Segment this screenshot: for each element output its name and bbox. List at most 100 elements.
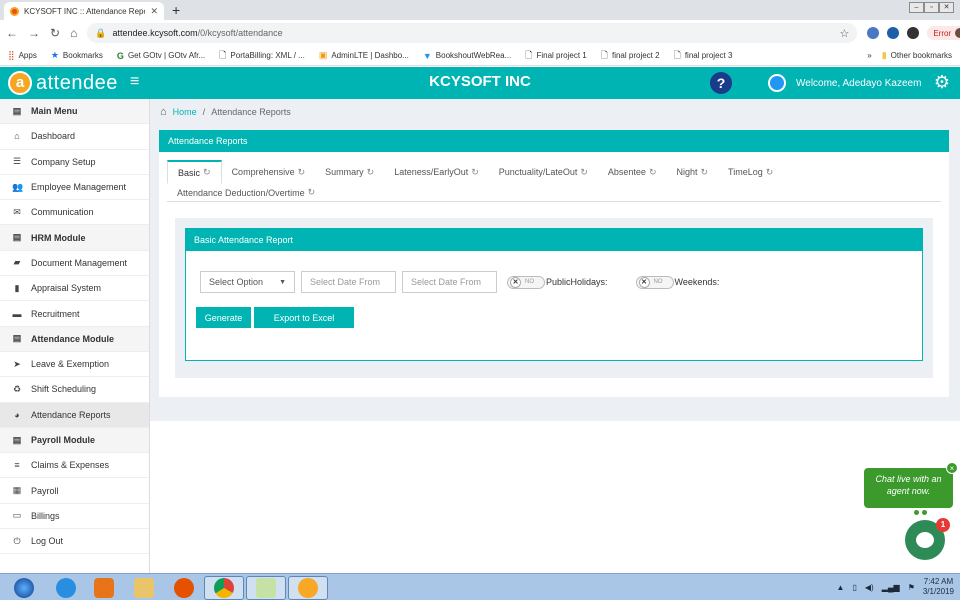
minimize-button[interactable]: – bbox=[909, 2, 924, 13]
sidebar-item-label: Billings bbox=[31, 510, 60, 521]
date-to-input[interactable]: Select Date From bbox=[402, 271, 497, 293]
sidebar-item-appraisal-system[interactable]: ▮ Appraisal System bbox=[0, 276, 149, 302]
gear-icon[interactable]: ⚙ bbox=[934, 72, 950, 93]
bookmark-bookmarks[interactable]: ★ Bookmarks bbox=[51, 50, 103, 61]
bookmark-portabilling[interactable]: 🗋 PortaBilling: XML / ... bbox=[219, 48, 305, 64]
close-window-button[interactable]: ✕ bbox=[939, 2, 954, 13]
sidebar-item-recruitment[interactable]: ▬ Recruitment bbox=[0, 301, 149, 327]
bookmark-final-project-3[interactable]: 🗋 final project 3 bbox=[674, 48, 733, 64]
sidebar-item-attendance-module[interactable]: ▤ Attendance Module bbox=[0, 326, 149, 352]
tab-summary[interactable]: Summary ↻ bbox=[315, 160, 384, 184]
extension-icon[interactable] bbox=[867, 27, 880, 39]
public-holidays-label: PublicHolidays: bbox=[546, 277, 608, 287]
sidebar-item-billings[interactable]: ▭ Billings bbox=[0, 504, 149, 530]
sidebar-item-attendance-reports[interactable]: ◕ Attendance Reports bbox=[0, 402, 149, 428]
bookmark-final-project-1[interactable]: 🗋 Final project 1 bbox=[525, 48, 587, 64]
sidebar-item-main-menu[interactable]: ▤ Main Menu bbox=[0, 99, 149, 125]
bookmark-gotv[interactable]: G Get GOtv | GOtv Afr... bbox=[117, 51, 205, 61]
breadcrumb-home[interactable]: Home bbox=[173, 107, 197, 117]
sidebar-item-claims-expenses[interactable]: ≡ Claims & Expenses bbox=[0, 453, 149, 479]
taskbar-chrome[interactable] bbox=[204, 576, 244, 600]
battery-icon[interactable]: ▯ bbox=[852, 583, 856, 592]
taskbar-explorer[interactable] bbox=[124, 576, 164, 600]
sidebar-item-payroll-module[interactable]: ▤ Payroll Module bbox=[0, 427, 149, 454]
flag-icon[interactable]: ⚑ bbox=[908, 583, 915, 592]
book-icon: ▰ bbox=[13, 257, 21, 268]
profile-error-button[interactable]: Error bbox=[927, 26, 960, 40]
export-excel-button[interactable]: Export to Excel bbox=[254, 307, 354, 328]
url-input[interactable]: 🔒 attendee.kcysoft.com/0/kcysoft/attenda… bbox=[87, 23, 858, 43]
bookmarks-bar: ⣿ Apps ★ Bookmarks G Get GOtv | GOtv Afr...… bbox=[0, 46, 960, 66]
taskbar-sticky[interactable] bbox=[246, 576, 286, 600]
extension-icon[interactable] bbox=[907, 27, 920, 39]
tab-lateness-earlyout[interactable]: Lateness/EarlyOut ↻ bbox=[384, 160, 489, 184]
bookmark-adminlte[interactable]: ▣ AdminLTE | Dashbo... bbox=[319, 50, 409, 61]
generate-button[interactable]: Generate bbox=[196, 307, 251, 328]
clock[interactable]: 7:42 AM 3/1/2019 bbox=[923, 577, 954, 597]
home-button[interactable]: ⌂ bbox=[70, 26, 77, 40]
close-tab-icon[interactable]: ✕ bbox=[150, 6, 158, 17]
new-tab-button[interactable]: + bbox=[172, 2, 180, 18]
tab-punctuality-lateout[interactable]: Punctuality/LateOut ↻ bbox=[489, 160, 598, 184]
sidebar-item-label: Claims & Expenses bbox=[31, 460, 110, 471]
tab-comprehensive[interactable]: Comprehensive ↻ bbox=[222, 160, 316, 184]
sidebar-item-company-setup[interactable]: ☰ Company Setup bbox=[0, 150, 149, 175]
tab-night[interactable]: Night ↻ bbox=[666, 160, 718, 184]
volume-icon[interactable]: ◀) bbox=[865, 583, 874, 592]
extension-icon[interactable] bbox=[887, 27, 900, 39]
chat-close-icon[interactable]: × bbox=[946, 462, 958, 474]
reload-button[interactable]: ↻ bbox=[50, 26, 60, 40]
tray-expand-icon[interactable]: ▲ bbox=[837, 583, 845, 592]
sidebar-item-employee-management[interactable]: 👥 Employee Management bbox=[0, 175, 149, 201]
clock-date: 3/1/2019 bbox=[922, 587, 954, 596]
maximize-button[interactable]: ▫ bbox=[924, 2, 939, 13]
back-button[interactable]: ← bbox=[6, 26, 18, 40]
bookmark-bookshout[interactable]: ▼ BookshoutWebRea... bbox=[423, 51, 511, 61]
taskbar-xampp[interactable] bbox=[288, 576, 328, 600]
list-icon: ▤ bbox=[12, 333, 22, 344]
sidebar-item-hrm-module[interactable]: ▤ HRM Module bbox=[0, 225, 149, 251]
start-button[interactable] bbox=[4, 576, 44, 600]
refresh-icon: ↻ bbox=[471, 166, 479, 177]
sidebar-item-dashboard[interactable]: ⌂ Dashboard bbox=[0, 124, 149, 150]
bookmark-final-project-2[interactable]: 🗋 final project 2 bbox=[601, 48, 660, 64]
sidebar-item-communication[interactable]: ✉ Communication bbox=[0, 200, 149, 226]
tab-timelog[interactable]: TimeLog ↻ bbox=[718, 160, 783, 184]
bars-icon: ☰ bbox=[12, 156, 22, 167]
date-from-input[interactable]: Select Date From bbox=[301, 271, 396, 293]
taskbar-ie[interactable] bbox=[46, 576, 86, 600]
bookmark-star-icon[interactable]: ☆ bbox=[839, 27, 849, 40]
taskbar-firefox[interactable] bbox=[164, 576, 204, 600]
money-icon: ▭ bbox=[12, 510, 22, 521]
sidebar-item-shift-scheduling[interactable]: ♻ Shift Scheduling bbox=[0, 377, 149, 403]
firefox-icon bbox=[174, 578, 194, 598]
tab-absentee[interactable]: Absentee ↻ bbox=[598, 160, 667, 184]
weekends-toggle[interactable]: ✕ NO bbox=[635, 275, 674, 289]
taskbar-media-player[interactable] bbox=[84, 576, 124, 600]
public-holidays-toggle[interactable]: ✕ NO bbox=[507, 275, 545, 289]
tab-attendance-deduction-overtime[interactable]: Attendance Deduction/Overtime ↻ bbox=[167, 184, 325, 202]
sidebar-item-payroll[interactable]: ▦ Payroll bbox=[0, 478, 149, 504]
sidebar-item-document-management[interactable]: ▰ Document Management bbox=[0, 251, 149, 277]
help-icon[interactable]: ? bbox=[710, 72, 732, 94]
forward-button[interactable]: → bbox=[28, 26, 40, 40]
sidebar-item-leave-exemption[interactable]: ➤ Leave & Exemption bbox=[0, 352, 149, 378]
network-icon[interactable]: ▂▄▆ bbox=[882, 583, 900, 592]
report-tabs-row-1: Basic ↻ Comprehensive ↻ Summary ↻ Lateness/Ear… bbox=[167, 160, 941, 184]
chat-invite-bubble[interactable]: Chat live with an agent now. bbox=[864, 468, 953, 508]
option-select[interactable]: Select Option ▼ bbox=[200, 271, 295, 293]
other-bookmarks[interactable]: ▮ Other bookmarks bbox=[882, 50, 952, 61]
bookmark-apps[interactable]: ⣿ Apps bbox=[8, 50, 37, 61]
tab-basic[interactable]: Basic ↻ bbox=[167, 160, 222, 184]
tab-label: Lateness/EarlyOut bbox=[394, 167, 469, 177]
refresh-icon: ↻ bbox=[366, 166, 375, 177]
star-icon: ★ bbox=[50, 50, 59, 60]
sidebar-item-log-out[interactable]: ⏻ Log Out bbox=[0, 529, 149, 555]
toggle-state: NO bbox=[653, 279, 663, 285]
user-menu[interactable]: Welcome, Adedayo Kazeem bbox=[768, 74, 921, 92]
bookmarks-overflow-button[interactable]: » bbox=[867, 51, 871, 60]
page-icon: 🗋 bbox=[600, 49, 608, 60]
browser-tab-bar: KCYSOFT INC :: Attendance Repo ✕ + – ▫ ✕ bbox=[0, 0, 960, 20]
browser-tab[interactable]: KCYSOFT INC :: Attendance Repo ✕ bbox=[4, 2, 164, 20]
list-icon: ▤ bbox=[12, 232, 22, 243]
